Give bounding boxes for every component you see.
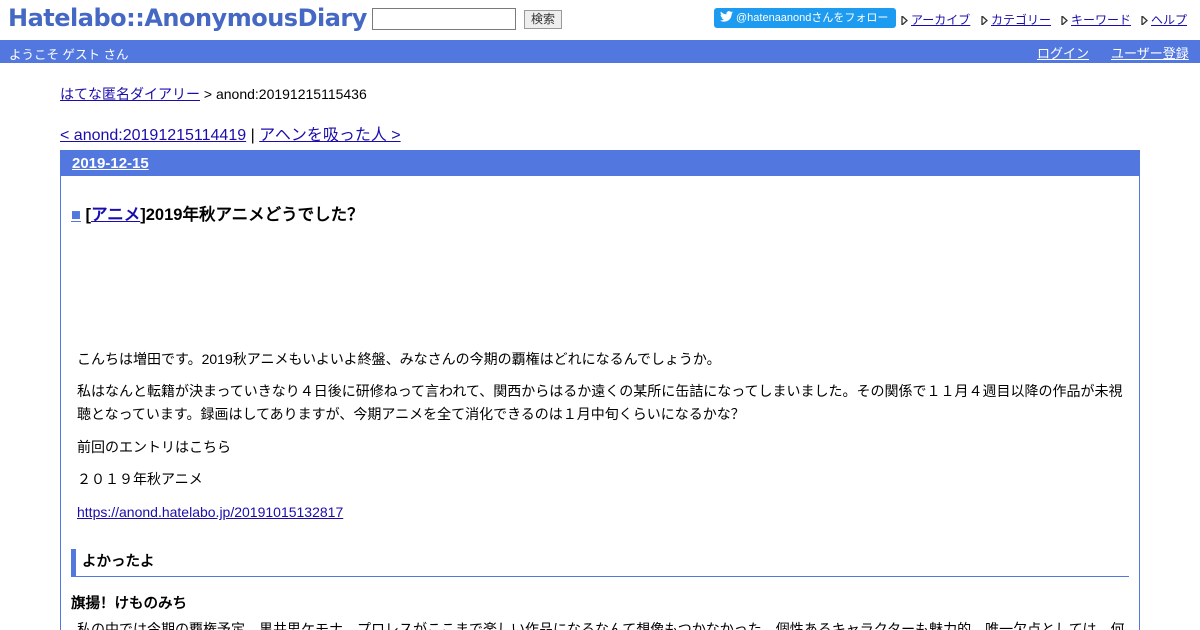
paragraph-review: 私の中では今期の覇権予定。黒井思ケモナ プロレスがここまで楽しい作品になるなんて… [77, 621, 1125, 630]
category-link[interactable]: アニメ [91, 206, 140, 224]
nav-link-archive[interactable]: アーカイブ [901, 11, 970, 27]
paragraph-greeting: こんちは増田です。2019秋アニメもいよいよ終盤、みなさんの今期の覇権はどれにな… [77, 351, 721, 367]
login-link[interactable]: ログイン [1037, 43, 1089, 62]
previous-entry-url-link[interactable]: https://anond.hatelabo.jp/20191015132817 [77, 504, 343, 520]
next-entry-link[interactable]: アヘンを吸った人 > [259, 127, 400, 144]
user-bar: ようこそ ゲスト さん ログイン ユーザー登録 [0, 40, 1200, 63]
breadcrumb-home-link[interactable]: はてな匿名ダイアリー [60, 86, 200, 102]
nav-link-keyword[interactable]: キーワード [1061, 11, 1131, 27]
subsection-heading: 旗揚！けものみち [71, 596, 187, 612]
breadcrumb: はてな匿名ダイアリー > anond:20191215115436 [60, 84, 367, 104]
twitter-bird-icon [720, 11, 733, 22]
breadcrumb-separator: > [200, 86, 216, 102]
day-date-link[interactable]: 2019-12-15 [72, 155, 149, 172]
site-logo[interactable]: Hatelabo::AnonymousDiary [8, 4, 367, 32]
breadcrumb-current: anond:20191215115436 [215, 86, 367, 102]
twitter-follow-button[interactable]: @hatenaanondさんをフォロー [714, 8, 896, 28]
paragraph-season-label: ２０１９年秋アニメ [77, 471, 203, 487]
nav-link-category[interactable]: カテゴリー [981, 11, 1051, 27]
site-header: Hatelabo::AnonymousDiary 検索 @hatenaanond… [0, 0, 1200, 40]
paragraph-link: https://anond.hatelabo.jp/20191015132817 [77, 501, 1129, 524]
prev-entry-link[interactable]: < anond:20191215114419 [60, 127, 246, 144]
chevron-right-icon [981, 16, 988, 25]
day-section: 2019-12-15 ■ [アニメ]2019年秋アニメどうでした？ こんちは増田… [60, 150, 1140, 630]
paragraph-transfer: 私はなんと転籍が決まっていきなり４日後に研修ねって言われて、関西からはるか遠くの… [77, 383, 1123, 422]
section-heading: よかったよ [71, 549, 1129, 577]
chevron-right-icon [1061, 16, 1068, 25]
paragraph-previous-entry: 前回のエントリはこちら [77, 439, 231, 455]
search-button[interactable]: 検索 [524, 10, 562, 29]
entry-pager: < anond:20191215114419 | アヘンを吸った人 > [60, 121, 401, 145]
nav-link-label[interactable]: アーカイブ [911, 13, 970, 27]
nav-link-label[interactable]: ヘルプ [1151, 13, 1187, 27]
day-header: 2019-12-15 [61, 151, 1139, 176]
entry-title: ■ [アニメ]2019年秋アニメどうでした？ [71, 201, 364, 225]
chevron-right-icon [901, 16, 908, 25]
search-input[interactable] [372, 8, 516, 30]
nav-link-label[interactable]: カテゴリー [991, 13, 1051, 27]
follow-button-label: @hatenaanondさんをフォロー [736, 12, 889, 24]
category-bracket-open: [ [80, 206, 92, 224]
welcome-text: ようこそ ゲスト さん [9, 48, 129, 62]
entry-title-text: 2019年秋アニメどうでした？ [145, 206, 364, 224]
pager-divider: | [246, 127, 260, 144]
chevron-right-icon [1141, 16, 1148, 25]
nav-link-help[interactable]: ヘルプ [1141, 11, 1187, 27]
permalink-square-icon[interactable]: ■ [71, 206, 81, 224]
nav-link-label[interactable]: キーワード [1071, 13, 1131, 27]
register-link[interactable]: ユーザー登録 [1111, 43, 1189, 62]
